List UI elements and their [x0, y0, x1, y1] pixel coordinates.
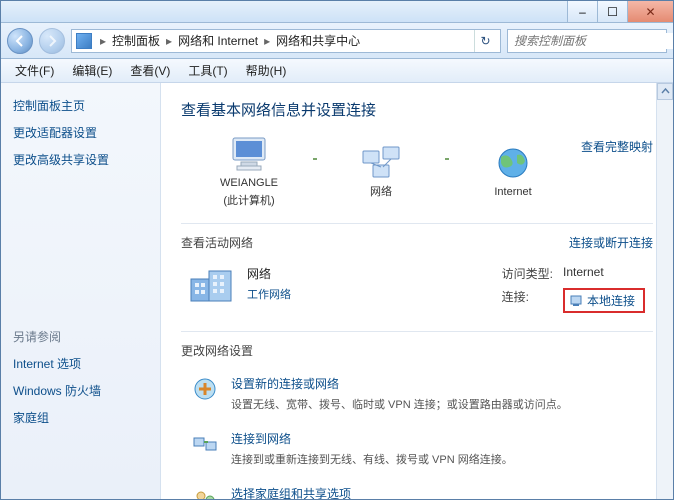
address-bar: ▸ 控制面板 ▸ 网络和 Internet ▸ 网络和共享中心 ↻ — [1, 23, 673, 59]
breadcrumb[interactable]: ▸ 控制面板 ▸ 网络和 Internet ▸ 网络和共享中心 ↻ — [71, 29, 501, 53]
chevron-right-icon: ▸ — [262, 34, 272, 48]
content-area: 查看基本网络信息并设置连接 WEIANGLE (此计算机) — [161, 83, 673, 499]
arrow-left-icon — [14, 35, 26, 47]
connect-network-icon — [191, 430, 219, 458]
sidebar-item-firewall[interactable]: Windows 防火墙 — [13, 382, 148, 399]
diagram-pc-name: WEIANGLE — [220, 176, 278, 190]
computer-icon — [227, 136, 271, 172]
diagram-node-network: 网络 — [321, 145, 441, 199]
maximize-icon: ☐ — [607, 5, 618, 19]
task-new-connection-desc: 设置无线、宽带、拨号、临时或 VPN 连接；或设置路由器或访问点。 — [231, 396, 568, 412]
new-connection-icon — [191, 375, 219, 403]
window-maximize-button[interactable]: ☐ — [597, 1, 627, 22]
chevron-right-icon: ▸ — [98, 34, 108, 48]
diagram-node-pc: WEIANGLE (此计算机) — [189, 136, 309, 209]
diagram-pc-sub: (此计算机) — [223, 194, 274, 208]
control-panel-icon — [76, 33, 92, 49]
active-network-block: 网络 工作网络 访问类型: Internet 连接: 本地连接 — [181, 251, 653, 321]
local-connection-link[interactable]: 本地连接 — [563, 288, 645, 313]
active-network-name: 网络 — [247, 265, 291, 282]
task-connect-network-link[interactable]: 连接到网络 — [231, 430, 513, 447]
diagram-link-line — [445, 158, 449, 160]
task-homegroup-sharing: 选择家庭组和共享选项 访问位于其他网络计算机上的文件和打印机，或更改共享设置。 — [181, 479, 653, 499]
search-box[interactable] — [507, 29, 667, 53]
menu-help[interactable]: 帮助(H) — [238, 59, 295, 82]
vertical-scrollbar[interactable] — [656, 83, 673, 499]
breadcrumb-control-panel[interactable]: 控制面板 — [108, 32, 164, 49]
connection-label: 连接: — [502, 288, 553, 313]
diagram-network-label: 网络 — [370, 185, 392, 199]
network-icon — [359, 145, 403, 181]
menu-edit[interactable]: 编辑(E) — [64, 59, 120, 82]
sidebar: 控制面板主页 更改适配器设置 更改高级共享设置 另请参阅 Internet 选项… — [1, 83, 161, 499]
menu-view[interactable]: 查看(V) — [122, 59, 178, 82]
diagram-internet-label: Internet — [494, 185, 531, 199]
sidebar-item-homegroup[interactable]: 家庭组 — [13, 409, 148, 426]
scroll-up-button[interactable] — [657, 83, 673, 100]
diagram-link-line — [313, 158, 317, 160]
chevron-up-icon — [661, 87, 670, 96]
sidebar-item-internet-options[interactable]: Internet 选项 — [13, 355, 148, 372]
chevron-right-icon: ▸ — [164, 34, 174, 48]
sidebar-item-adapter-settings[interactable]: 更改适配器设置 — [13, 124, 148, 141]
active-networks-heading: 查看活动网络 — [181, 234, 253, 251]
window-close-button[interactable]: ✕ — [627, 1, 673, 22]
sidebar-item-advanced-sharing[interactable]: 更改高级共享设置 — [13, 151, 148, 168]
change-settings-heading: 更改网络设置 — [181, 342, 653, 359]
globe-icon — [493, 145, 533, 181]
task-new-connection-link[interactable]: 设置新的连接或网络 — [231, 375, 568, 392]
breadcrumb-sharing-center[interactable]: 网络和共享中心 — [272, 32, 364, 49]
menu-file[interactable]: 文件(F) — [7, 59, 62, 82]
refresh-button[interactable]: ↻ — [474, 30, 496, 52]
access-type-value: Internet — [563, 265, 645, 282]
page-title: 查看基本网络信息并设置连接 — [181, 99, 653, 120]
task-connect-network: 连接到网络 连接到或重新连接到无线、有线、拨号或 VPN 网络连接。 — [181, 424, 653, 479]
search-input[interactable] — [512, 33, 673, 49]
sidebar-seealso-heading: 另请参阅 — [13, 328, 148, 345]
close-icon: ✕ — [645, 5, 655, 19]
minimize-icon: – — [579, 5, 586, 19]
nav-forward-button[interactable] — [39, 28, 65, 54]
arrow-right-icon — [46, 35, 58, 47]
task-new-connection: 设置新的连接或网络 设置无线、宽带、拨号、临时或 VPN 连接；或设置路由器或访… — [181, 369, 653, 424]
active-network-details: 访问类型: Internet 连接: 本地连接 — [502, 265, 645, 313]
task-homegroup-link[interactable]: 选择家庭组和共享选项 — [231, 485, 539, 499]
network-diagram: WEIANGLE (此计算机) 网络 — [181, 134, 581, 219]
window-minimize-button[interactable]: – — [567, 1, 597, 22]
nav-back-button[interactable] — [7, 28, 33, 54]
diagram-node-internet: Internet — [453, 145, 573, 199]
menu-tools[interactable]: 工具(T) — [180, 59, 235, 82]
task-connect-network-desc: 连接到或重新连接到无线、有线、拨号或 VPN 网络连接。 — [231, 451, 513, 467]
work-network-icon — [189, 265, 233, 303]
nic-icon — [569, 293, 583, 307]
network-type-link[interactable]: 工作网络 — [247, 286, 291, 302]
menu-bar: 文件(F) 编辑(E) 查看(V) 工具(T) 帮助(H) — [1, 59, 673, 83]
refresh-icon: ↻ — [480, 34, 490, 48]
connect-disconnect-link[interactable]: 连接或断开连接 — [569, 234, 653, 251]
breadcrumb-network-internet[interactable]: 网络和 Internet — [174, 32, 262, 49]
window-titlebar: – ☐ ✕ — [1, 1, 673, 23]
access-type-label: 访问类型: — [502, 265, 553, 282]
sidebar-item-home[interactable]: 控制面板主页 — [13, 97, 148, 114]
local-connection-text: 本地连接 — [587, 292, 635, 309]
view-full-map-link[interactable]: 查看完整映射 — [581, 140, 653, 154]
homegroup-icon — [191, 485, 219, 499]
